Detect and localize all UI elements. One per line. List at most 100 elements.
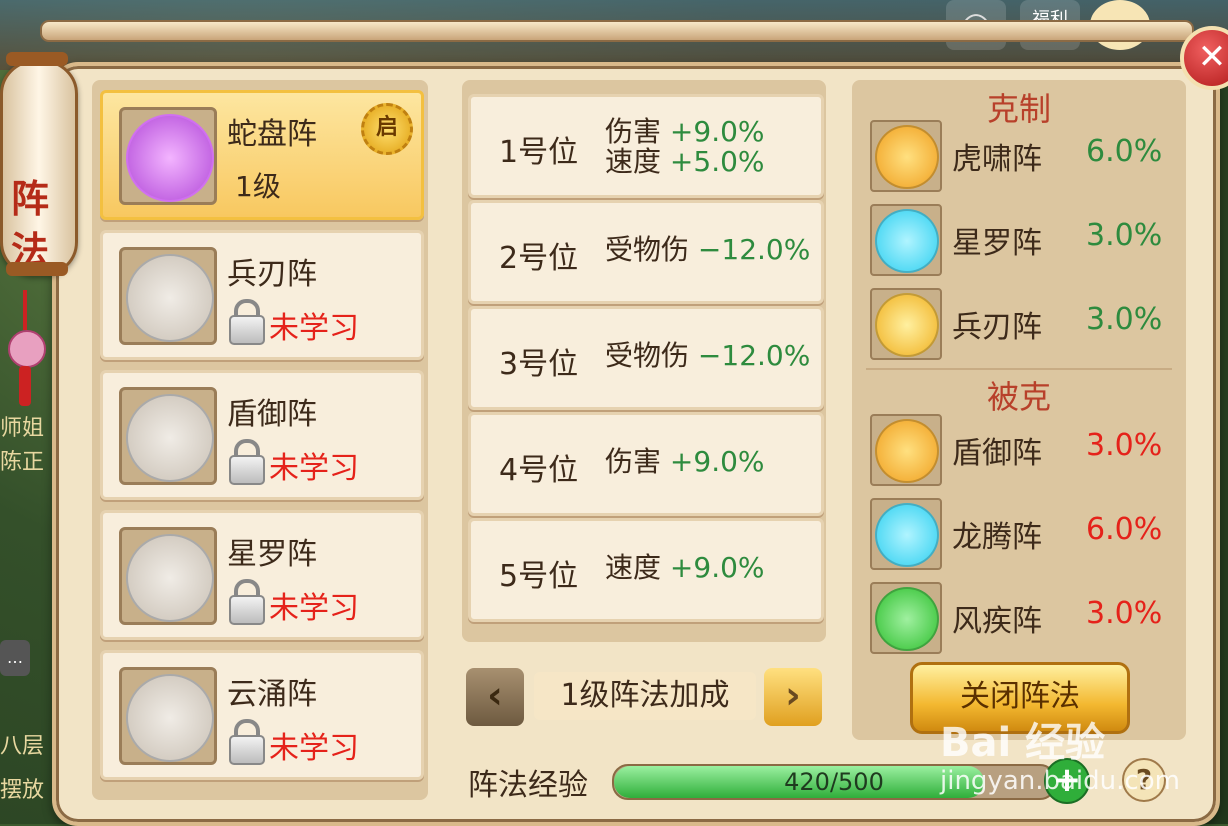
position-attrs: 受物伤 −12.0% <box>605 235 815 265</box>
attr-name: 速度 <box>605 145 662 178</box>
attr-name: 伤害 <box>605 445 662 478</box>
chevron-right-icon[interactable]: › <box>764 668 822 726</box>
counter-value: 3.0% <box>1086 302 1163 337</box>
level-navigator: ‹ 1级阵法加成 › <box>466 668 822 726</box>
lantern-cap-bottom <box>6 262 68 276</box>
shield-formation-icon <box>126 394 214 482</box>
formation-level: 1级 <box>235 170 281 203</box>
position-label: 3号位 <box>499 347 579 382</box>
counter-row: 星罗阵 3.0% <box>870 204 1180 278</box>
counter-row: 兵刃阵 3.0% <box>870 288 1180 362</box>
chevron-left-icon[interactable]: ‹ <box>466 668 524 726</box>
attr-value: −12.0% <box>697 233 811 266</box>
countered-row: 风疾阵 3.0% <box>870 582 1180 656</box>
countered-row: 龙腾阵 6.0% <box>870 498 1180 572</box>
position-attrs: 受物伤 −12.0% <box>605 341 815 371</box>
countered-title: 被克 <box>986 378 1051 416</box>
side-text-2: 陈正 <box>0 450 45 475</box>
attr-name: 伤害 <box>605 115 662 148</box>
shield-formation-icon <box>875 419 939 483</box>
attr-name: 受物伤 <box>605 233 690 266</box>
formation-icon-frame <box>119 387 217 485</box>
tiger-formation-icon <box>875 125 939 189</box>
lock-icon <box>227 299 265 345</box>
snake-formation-icon <box>126 114 214 202</box>
counter-row: 虎啸阵 6.0% <box>870 120 1180 194</box>
attr-value: +9.0% <box>669 115 765 148</box>
wind-formation-icon <box>875 587 939 651</box>
section-divider <box>866 368 1172 370</box>
tassel-icon <box>8 290 46 410</box>
formation-icon-frame <box>119 247 217 345</box>
countered-value: 3.0% <box>1086 596 1163 631</box>
countered-row: 盾御阵 3.0% <box>870 414 1180 488</box>
cloud-formation-icon <box>126 674 214 762</box>
attr-value: +5.0% <box>669 145 765 178</box>
blade-formation-icon <box>126 254 214 342</box>
watermark-brand: Bai 经验 <box>940 720 1106 766</box>
formation-status: 未学习 <box>269 731 359 766</box>
formation-name: 云涌阵 <box>227 677 317 712</box>
position-attrs: 伤害 +9.0% <box>605 447 815 477</box>
star-formation-icon <box>126 534 214 622</box>
formation-status: 未学习 <box>269 451 359 486</box>
position-slot-3: 3号位 受物伤 −12.0% <box>468 306 824 410</box>
position-list: 1号位 伤害 +9.0% 速度 +5.0% 2号位 受物伤 −12.0% 3号位… <box>462 80 826 642</box>
countered-value: 3.0% <box>1086 428 1163 463</box>
formation-card-bingren[interactable]: 兵刃阵 未学习 <box>100 230 424 360</box>
position-slot-4: 4号位 伤害 +9.0% <box>468 412 824 516</box>
countered-name: 风疾阵 <box>952 604 1042 639</box>
counter-value: 3.0% <box>1086 218 1163 253</box>
formation-status: 未学习 <box>269 591 359 626</box>
formation-name: 星罗阵 <box>227 537 317 572</box>
lock-icon <box>227 579 265 625</box>
position-attrs: 速度 +9.0% <box>605 553 815 583</box>
watermark-url: jingyan.baidu.com <box>940 766 1180 796</box>
counter-value: 6.0% <box>1086 134 1163 169</box>
attr-name: 速度 <box>605 551 662 584</box>
formation-tab-lantern[interactable]: 阵法 <box>0 60 78 276</box>
counter-name: 星罗阵 <box>952 226 1042 261</box>
lantern-cap-top <box>6 52 68 66</box>
exp-label: 阵法经验 <box>468 768 588 803</box>
position-attrs: 伤害 +9.0% 速度 +5.0% <box>605 117 815 177</box>
formation-icon-frame <box>119 667 217 765</box>
position-label: 1号位 <box>499 135 579 170</box>
position-slot-1: 1号位 伤害 +9.0% 速度 +5.0% <box>468 94 824 198</box>
countered-name: 龙腾阵 <box>952 520 1042 555</box>
position-slot-5: 5号位 速度 +9.0% <box>468 518 824 622</box>
position-label: 2号位 <box>499 241 579 276</box>
formation-card-shepan[interactable]: 蛇盘阵 1级 启 <box>100 90 424 220</box>
formation-icon-frame <box>119 107 217 205</box>
position-label: 4号位 <box>499 453 579 488</box>
position-slot-2: 2号位 受物伤 −12.0% <box>468 200 824 304</box>
dragon-formation-icon <box>875 503 939 567</box>
attr-value: −12.0% <box>697 339 811 372</box>
formation-name: 兵刃阵 <box>227 257 317 292</box>
side-text-3: 八层 <box>0 734 45 759</box>
formation-name: 盾御阵 <box>227 397 317 432</box>
position-label: 5号位 <box>499 559 579 594</box>
side-text-1: 师姐 <box>0 416 45 441</box>
formation-status: 未学习 <box>269 311 359 346</box>
countered-value: 6.0% <box>1086 512 1163 547</box>
chat-icon[interactable]: … <box>0 640 30 676</box>
attr-value: +9.0% <box>669 445 765 478</box>
star-formation-icon <box>875 209 939 273</box>
active-badge-icon: 启 <box>361 103 413 155</box>
formation-card-yunyong[interactable]: 云涌阵 未学习 <box>100 650 424 780</box>
side-text-4: 摆放 <box>0 778 45 803</box>
blade-formation-icon <box>875 293 939 357</box>
formation-name: 蛇盘阵 <box>227 117 317 152</box>
level-bonus-label: 1级阵法加成 <box>534 672 756 720</box>
lock-icon <box>227 719 265 765</box>
counter-name: 兵刃阵 <box>952 310 1042 345</box>
attr-value: +9.0% <box>669 551 765 584</box>
counter-panel: 克制 虎啸阵 6.0% 星罗阵 3.0% 兵刃阵 3.0% 被克 盾御阵 3.0… <box>852 80 1186 740</box>
counter-name: 虎啸阵 <box>952 142 1042 177</box>
countered-name: 盾御阵 <box>952 436 1042 471</box>
panel-top-rail <box>40 20 1194 42</box>
formation-list: 蛇盘阵 1级 启 兵刃阵 未学习 盾御阵 未学习 星罗阵 未学习 云涌阵 未学习 <box>92 80 428 800</box>
formation-card-xingluo[interactable]: 星罗阵 未学习 <box>100 510 424 640</box>
formation-card-dunyu[interactable]: 盾御阵 未学习 <box>100 370 424 500</box>
